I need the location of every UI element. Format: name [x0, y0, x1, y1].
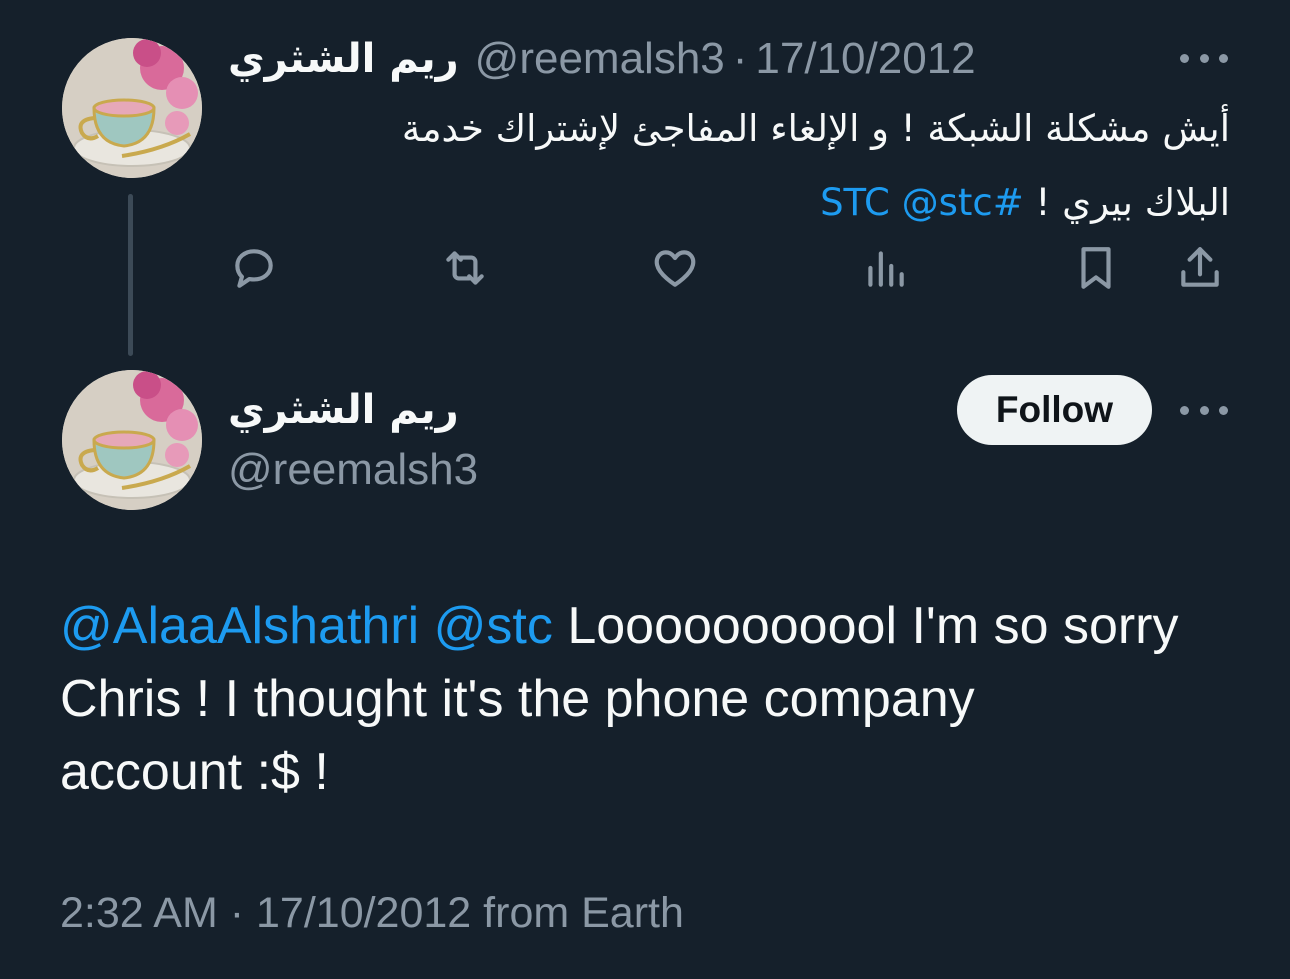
follow-button[interactable]: Follow [957, 375, 1152, 445]
tweet-text-line: Chris ! I thought it's the phone company [60, 670, 975, 728]
more-icon[interactable] [1180, 48, 1228, 68]
mention-link[interactable]: @AlaaAlshathri [60, 597, 419, 655]
tweet-text-line: @AlaaAlshathri @stc Looooooooool I'm so … [60, 590, 1240, 663]
thread-connector-line [128, 194, 133, 356]
tweet-text-segment: Looooooooool I'm so sorry [552, 597, 1179, 655]
separator-dot: · [732, 34, 748, 83]
views-icon[interactable] [857, 240, 913, 296]
tweet-date[interactable]: 17/10/2012 [256, 889, 471, 937]
tweet-text-segment: البلاك بيري ! [1023, 181, 1231, 224]
tweet-text-line: أيش مشكلة الشبكة ! و الإلغاء المفاجئ لإش… [401, 107, 1230, 150]
tweet-date[interactable]: 17/10/2012 [755, 34, 975, 84]
tweet-text: @AlaaAlshathri @stc Looooooooool I'm so … [60, 590, 1240, 809]
mention-link[interactable]: @stc [434, 597, 553, 655]
display-name[interactable]: ريم الشثري [228, 36, 459, 82]
parent-tweet-header: ريم الشثري @reemalsh3 · 17/10/2012 [228, 30, 976, 88]
more-icon[interactable] [1180, 400, 1228, 420]
separator-dot: · [229, 889, 245, 937]
avatar[interactable] [62, 38, 202, 178]
mention-link[interactable]: @stc [902, 181, 993, 224]
user-handle[interactable]: @reemalsh3 [475, 34, 725, 84]
share-icon[interactable] [1172, 240, 1228, 296]
tweet-text-line: account :$ ! [60, 743, 329, 801]
avatar[interactable] [62, 370, 202, 510]
user-handle[interactable]: @reemalsh3 [228, 442, 478, 498]
retweet-icon[interactable] [437, 240, 493, 296]
tweet-text: أيش مشكلة الشبكة ! و الإلغاء المفاجئ لإش… [236, 92, 1230, 240]
tweet-text-line: البلاك بيري ! #STC @stc [236, 166, 1230, 240]
tweet-source: from Earth [483, 889, 684, 937]
tweet-metadata: 2:32 AM · 17/10/2012 from Earth [60, 885, 684, 941]
tweet-time[interactable]: 2:32 AM [60, 889, 218, 937]
display-name[interactable]: ريم الشثري [228, 387, 459, 433]
author-name-container: ريم الشثري [228, 382, 459, 438]
reply-icon[interactable] [226, 240, 282, 296]
like-icon[interactable] [647, 240, 703, 296]
bookmark-icon[interactable] [1068, 240, 1124, 296]
